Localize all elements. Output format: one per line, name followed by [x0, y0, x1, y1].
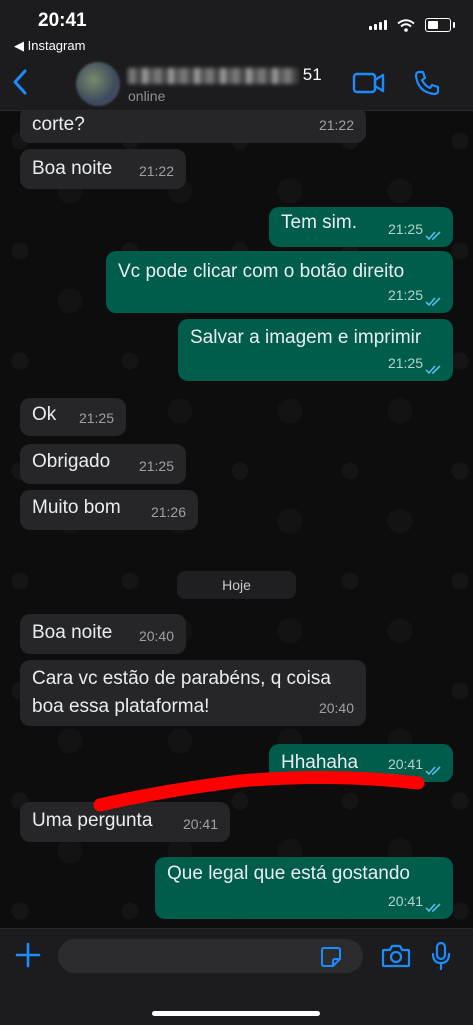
wifi-icon: [397, 18, 415, 32]
message-time: 21:25: [138, 458, 174, 474]
message-time: 20:41: [387, 893, 423, 909]
battery-icon: [425, 18, 455, 32]
message-incoming[interactable]: Ok 21:25: [20, 398, 126, 436]
message-time: 20:41: [182, 816, 218, 832]
status-time: 20:41: [38, 10, 87, 31]
microphone-icon[interactable]: [430, 941, 452, 971]
message-time: 21:26: [150, 504, 186, 520]
message-time: 20:41: [387, 756, 423, 772]
message-time: 21:22: [318, 117, 354, 133]
message-text-line-1: Cara vc estão de parabéns, q coisa: [32, 668, 331, 689]
message-text: Boa noite: [32, 622, 113, 643]
message-text: corte?: [32, 114, 85, 135]
message-time: 21:25: [387, 287, 423, 303]
double-check-icon: [425, 297, 441, 307]
message-text: Ok: [32, 404, 57, 425]
double-check-icon: [425, 903, 441, 913]
message-time: 21:25: [387, 221, 423, 237]
message-composer: [0, 928, 473, 1025]
chevron-left-icon[interactable]: [12, 68, 28, 96]
message-time: 21:25: [78, 410, 114, 426]
message-incoming[interactable]: Uma pergunta 20:41: [20, 802, 230, 842]
message-text: Vc pode clicar com o botão direito: [118, 261, 405, 282]
cellular-signal-icon: [369, 20, 387, 30]
message-outgoing[interactable]: Hhahaha 20:41: [269, 744, 453, 782]
contact-name[interactable]: 51: [128, 65, 322, 85]
contact-avatar[interactable]: [76, 62, 120, 106]
presence-status: online: [128, 88, 166, 104]
phone-call-icon[interactable]: [412, 68, 442, 98]
message-incoming[interactable]: Cara vc estão de parabéns, q coisa boa e…: [20, 660, 366, 726]
message-time: 21:25: [387, 355, 423, 371]
status-indicators: [369, 18, 455, 32]
message-time: 20:40: [318, 700, 354, 716]
camera-icon[interactable]: [381, 943, 411, 969]
message-time: 20:40: [138, 628, 174, 644]
message-incoming[interactable]: Boa noite 21:22: [20, 149, 186, 189]
message-outgoing[interactable]: Salvar a imagem e imprimir 21:25: [178, 319, 453, 381]
status-bar: 20:41 ◀ Instagram: [0, 0, 473, 58]
back-to-app-link[interactable]: ◀ Instagram: [14, 38, 85, 54]
message-text: Salvar a imagem e imprimir: [190, 327, 422, 348]
double-check-icon: [425, 766, 441, 776]
double-check-icon: [425, 231, 441, 241]
chat-header: 51 online: [0, 58, 473, 111]
message-outgoing[interactable]: Que legal que está gostando 20:41: [155, 857, 453, 919]
message-text: Hhahaha: [281, 752, 359, 773]
message-text: Muito bom: [32, 497, 121, 518]
message-time: 21:22: [138, 163, 174, 179]
message-text: Boa noite: [32, 158, 113, 179]
contact-name-suffix: 51: [302, 65, 322, 84]
message-incoming[interactable]: Obrigado 21:25: [20, 444, 186, 484]
message-text: Obrigado: [32, 451, 111, 472]
message-text-line-2: boa essa plataforma!: [32, 696, 210, 717]
message-text: Tem sim.: [281, 212, 357, 233]
sticker-icon[interactable]: [320, 946, 342, 968]
double-check-icon: [425, 365, 441, 375]
message-text: Uma pergunta: [32, 810, 153, 831]
message-incoming[interactable]: corte? 21:22: [20, 111, 366, 143]
message-input[interactable]: [58, 939, 363, 973]
day-divider: Hoje: [177, 571, 296, 599]
plus-icon[interactable]: [14, 941, 42, 969]
message-outgoing[interactable]: Vc pode clicar com o botão direito 21:25: [106, 251, 453, 313]
message-text: Que legal que está gostando: [167, 863, 410, 884]
video-call-icon[interactable]: [352, 70, 386, 96]
home-indicator[interactable]: [152, 1011, 320, 1016]
chat-messages[interactable]: corte? 21:22 Boa noite 21:22 Tem sim. 21…: [0, 111, 473, 928]
message-incoming[interactable]: Boa noite 20:40: [20, 614, 186, 654]
message-incoming[interactable]: Muito bom 21:26: [20, 490, 198, 530]
redacted-name: [128, 67, 298, 84]
message-outgoing[interactable]: Tem sim. 21:25: [269, 207, 453, 247]
